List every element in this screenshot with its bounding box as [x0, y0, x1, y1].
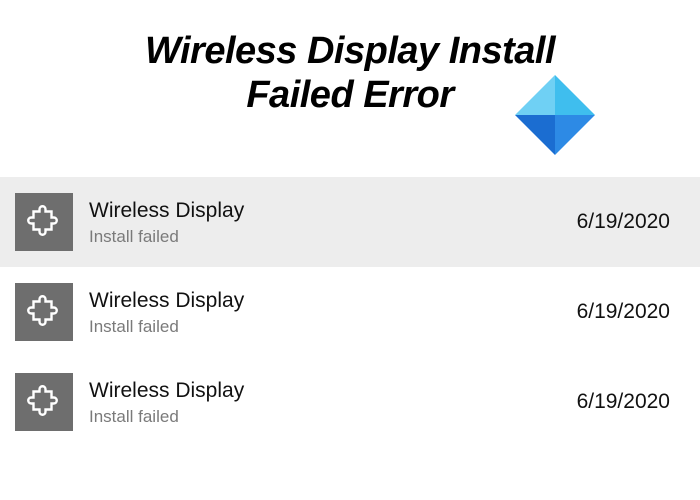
windows-club-logo-icon	[515, 75, 595, 155]
list-item[interactable]: Wireless Display Install failed 6/19/202…	[0, 267, 700, 357]
title-line-2: Failed Error	[145, 74, 555, 118]
optional-features-list: Wireless Display Install failed 6/19/202…	[0, 177, 700, 447]
feature-date: 6/19/2020	[577, 210, 670, 234]
list-item-text: Wireless Display Install failed	[89, 378, 561, 428]
list-item-text: Wireless Display Install failed	[89, 198, 561, 248]
feature-title: Wireless Display	[89, 198, 561, 224]
feature-date: 6/19/2020	[577, 390, 670, 414]
feature-date: 6/19/2020	[577, 300, 670, 324]
list-item[interactable]: Wireless Display Install failed 6/19/202…	[0, 177, 700, 267]
extension-icon	[15, 283, 73, 341]
page-title: Wireless Display Install Failed Error	[145, 30, 555, 117]
feature-status: Install failed	[89, 226, 561, 247]
feature-status: Install failed	[89, 316, 561, 337]
extension-icon	[15, 373, 73, 431]
extension-icon	[15, 193, 73, 251]
feature-status: Install failed	[89, 406, 561, 427]
feature-title: Wireless Display	[89, 288, 561, 314]
article-header: Wireless Display Install Failed Error	[0, 0, 700, 137]
list-item[interactable]: Wireless Display Install failed 6/19/202…	[0, 357, 700, 447]
title-line-1: Wireless Display Install	[145, 30, 555, 72]
list-item-text: Wireless Display Install failed	[89, 288, 561, 338]
feature-title: Wireless Display	[89, 378, 561, 404]
